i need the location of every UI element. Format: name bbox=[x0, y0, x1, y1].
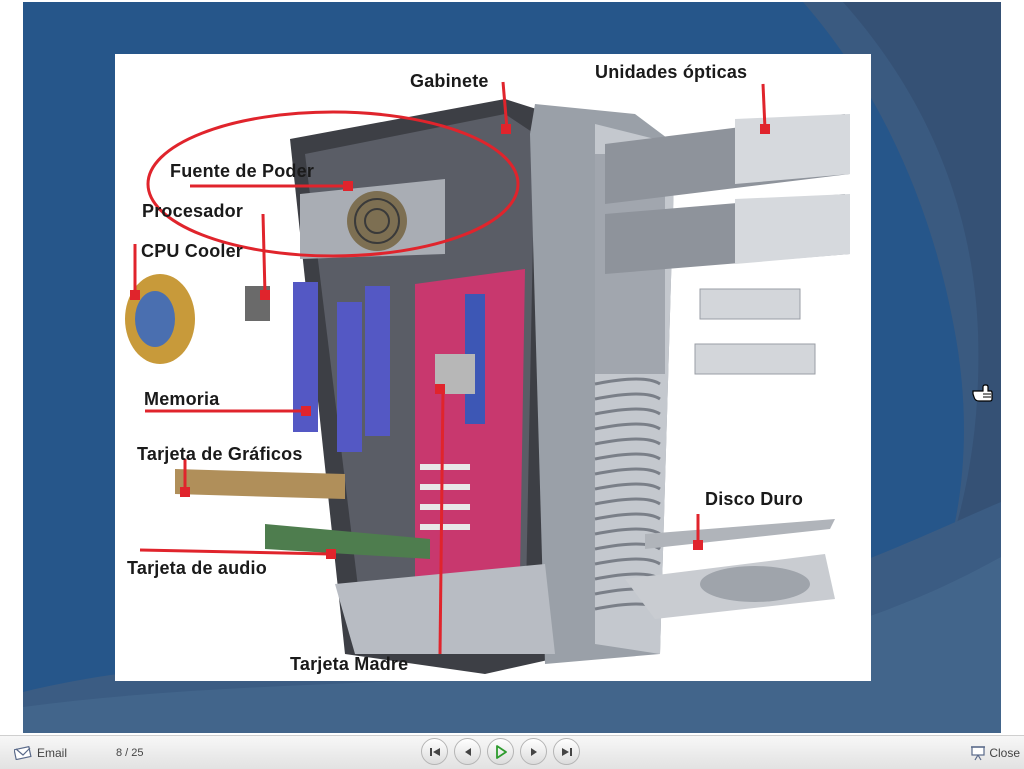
next-icon bbox=[530, 747, 537, 756]
computer-parts-image: Gabinete Unidades ópticas Fuente de Pode… bbox=[115, 54, 871, 681]
label-tarjeta-de-audio: Tarjeta de audio bbox=[127, 558, 267, 578]
label-unidades-opticas: Unidades ópticas bbox=[595, 62, 748, 82]
player-toolbar: Email 8 / 25 Close bbox=[0, 735, 1024, 769]
last-slide-button[interactable] bbox=[553, 738, 580, 765]
graphics-card-shape bbox=[175, 469, 345, 499]
envelope-icon bbox=[14, 746, 32, 760]
playback-controls bbox=[421, 738, 580, 765]
play-icon bbox=[495, 744, 507, 759]
label-memoria: Memoria bbox=[144, 389, 220, 409]
close-button[interactable]: Close bbox=[970, 745, 1020, 761]
label-disco-duro: Disco Duro bbox=[705, 489, 804, 509]
label-tarjeta-de-graficos: Tarjeta de Gráficos bbox=[137, 444, 303, 464]
email-button[interactable]: Email bbox=[14, 745, 67, 761]
page-counter: 8 / 25 bbox=[116, 747, 144, 759]
presentation-icon bbox=[971, 746, 986, 761]
skip-to-start-icon bbox=[429, 747, 440, 756]
label-procesador: Procesador bbox=[142, 201, 244, 221]
label-tarjeta-madre: Tarjeta Madre bbox=[290, 654, 409, 674]
play-button[interactable] bbox=[487, 738, 514, 765]
previous-slide-button[interactable] bbox=[454, 738, 481, 765]
first-slide-button[interactable] bbox=[421, 738, 448, 765]
label-gabinete: Gabinete bbox=[410, 71, 489, 91]
previous-icon bbox=[464, 747, 471, 756]
slide: Gabinete Unidades ópticas Fuente de Pode… bbox=[23, 2, 1001, 733]
close-label: Close bbox=[989, 746, 1020, 760]
skip-to-end-icon bbox=[561, 747, 572, 756]
label-cpu-cooler: CPU Cooler bbox=[141, 241, 244, 261]
label-fuente-de-poder: Fuente de Poder bbox=[170, 161, 315, 181]
email-label: Email bbox=[37, 746, 68, 760]
hand-pointer-icon bbox=[972, 384, 993, 402]
memory-module-2 bbox=[337, 302, 362, 452]
computer-illustration bbox=[125, 81, 850, 674]
slide-stage: Gabinete Unidades ópticas Fuente de Pode… bbox=[0, 0, 1024, 735]
memory-module-3 bbox=[365, 286, 390, 436]
next-slide-button[interactable] bbox=[520, 738, 547, 765]
